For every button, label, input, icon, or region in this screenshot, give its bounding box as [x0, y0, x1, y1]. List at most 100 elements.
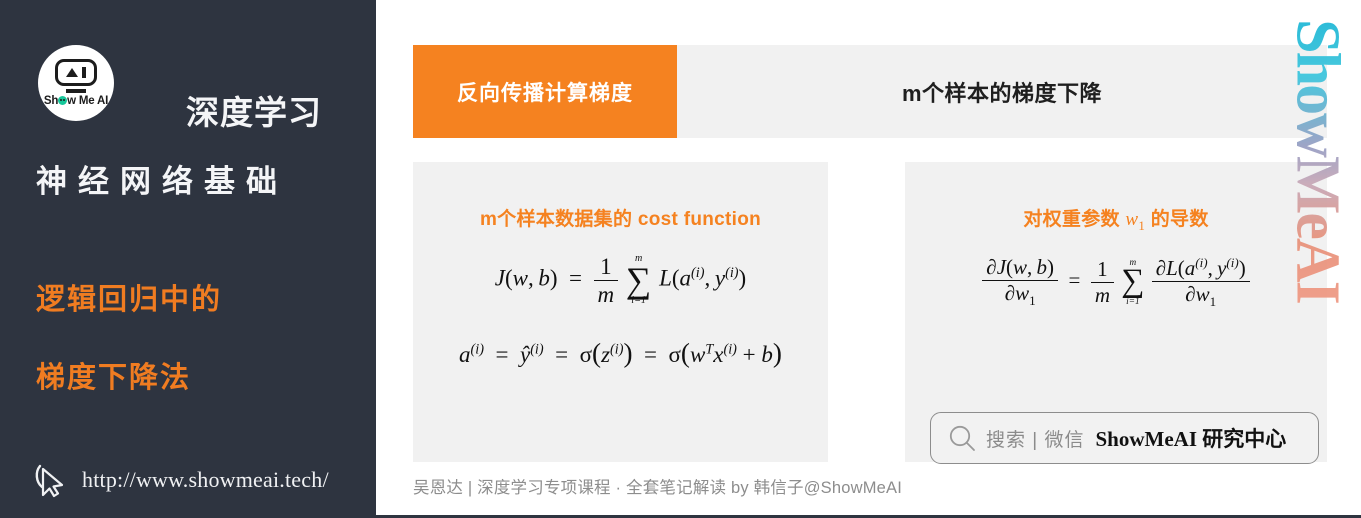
fraction-dL-numerator: ∂L(a(i), y(i)) [1151, 255, 1250, 282]
math-w-5: w [1195, 282, 1210, 306]
logo-smiley-o-icon [58, 96, 68, 105]
math-b-2: b [761, 342, 773, 367]
math-plus-1: + [742, 342, 756, 367]
fraction-one-over-m-1: 1 m [593, 255, 619, 307]
math-rparen-3: ) [623, 338, 633, 368]
math-comma-1: , [528, 265, 534, 291]
search-pill-label: 搜索 | 微信 [986, 429, 1085, 451]
math-rparen-1: ) [549, 265, 558, 291]
math-lparen-1: ( [505, 265, 513, 291]
panel-right-heading-var: w1 [1125, 209, 1145, 233]
math-sup-i-5: (i) [610, 341, 624, 358]
site-url-text[interactable]: http://www.showmeai.tech/ [82, 467, 329, 493]
math-rparen-6: ) [1238, 256, 1246, 280]
fraction-dL-dw1: ∂L(a(i), y(i)) ∂w1 [1151, 255, 1250, 310]
math-lparen-4: ( [680, 338, 690, 368]
sidebar: Sh w Me AI 深度学习 神经网络基础 逻辑回归中的 梯度下降法 http:… [0, 0, 376, 518]
search-magnifier-icon [947, 423, 977, 453]
math-a-2: a [459, 342, 471, 367]
robot-face-icon [55, 59, 97, 86]
math-lparen-5: ( [1006, 255, 1014, 279]
logo-wordmark-before: Sh [43, 95, 59, 107]
panel-cost-function: m个样本数据集的 cost function J(w, b) = 1 m m ∑… [413, 162, 828, 462]
sigma-glyph-1: ∑ [625, 260, 652, 301]
math-lparen-6: ( [1177, 256, 1185, 280]
header-title: m个样本的梯度下降 [677, 45, 1327, 138]
brand-logo: Sh w Me AI [38, 45, 114, 121]
math-sup-i-2: (i) [725, 264, 739, 281]
math-w-3: w [1013, 255, 1028, 279]
math-equals-3: = [555, 342, 569, 367]
math-comma-2: , [704, 265, 711, 291]
math-comma-3: , [1027, 255, 1033, 279]
math-lparen-2: ( [671, 265, 680, 291]
math-rparen-2: ) [738, 265, 747, 291]
math-partial-2: ∂ [1004, 281, 1016, 305]
math-J-2: J [996, 255, 1007, 279]
fraction-denominator-1: m [597, 281, 615, 307]
math-b-1: b [538, 265, 550, 291]
equation-cost-function: J(w, b) = 1 m m ∑ i=1 L(a(i), y(i)) [413, 253, 828, 307]
panel-left-heading-en: cost function [637, 209, 762, 230]
mouse-pointer-icon [34, 462, 68, 498]
fraction-numerator-1: 1 [593, 255, 619, 281]
robot-face-glyphs [58, 62, 94, 83]
bar-glyph [82, 67, 86, 78]
math-sup-i-8: (i) [1226, 255, 1239, 270]
fraction-denominator-2: m [1094, 282, 1111, 307]
math-x-1: x [713, 342, 724, 367]
header-tag-label: 反向传播计算梯度 [457, 81, 633, 105]
math-L-1: L [659, 265, 672, 291]
fraction-numerator-2: 1 [1090, 258, 1115, 283]
lesson-subtitle-line1: 逻辑回归中的 [36, 284, 223, 316]
math-w-4: w [1015, 281, 1030, 305]
footer-note: 吴恩达 | 深度学习专项课程 · 全套笔记解读 by 韩信子@ShowMeAI [413, 479, 903, 497]
fraction-dw1-denominator-2: ∂w1 [1152, 282, 1250, 310]
math-L-2: L [1166, 256, 1178, 280]
math-sup-i-4: (i) [530, 341, 544, 358]
math-sigma-fn-2: σ [668, 342, 681, 367]
math-rparen-4: ) [772, 338, 782, 368]
caret-glyph [66, 68, 79, 77]
math-w-1: w [512, 265, 529, 291]
course-title-line1: 深度学习 [186, 94, 322, 131]
equation-partial-derivative: ∂J(w, b) ∂w1 = 1 m m ∑ i=1 ∂L(a(i), y(i)… [905, 256, 1327, 308]
math-y-1: y [714, 265, 726, 291]
math-w-2: w [689, 342, 706, 367]
site-url-row[interactable]: http://www.showmeai.tech/ [34, 462, 329, 498]
logo-circle: Sh w Me AI [38, 45, 114, 121]
equation-activation: a(i) = ŷ(i) = σ(z(i)) = σ(wTx(i) + b) [413, 338, 828, 368]
math-equals-4: = [644, 342, 658, 367]
main-content: 反向传播计算梯度 m个样本的梯度下降 m个样本数据集的 cost functio… [376, 0, 1361, 518]
logo-wordmark: Sh w Me AI [38, 95, 114, 107]
lesson-subtitle-line2: 梯度下降法 [36, 362, 192, 394]
math-equals-1: = [569, 265, 583, 291]
panel-right-heading-var-letter: w [1125, 209, 1139, 230]
math-partial-3: ∂ [1155, 256, 1167, 280]
panel-right-heading: 对权重参数 w1 的导数 [905, 204, 1327, 234]
math-sup-i-1: (i) [691, 264, 705, 281]
panel-right-heading-suffix: 的导数 [1145, 209, 1209, 230]
math-sigma-fn-1: σ [579, 342, 593, 367]
panel-right-heading-prefix: 对权重参数 [1023, 209, 1126, 230]
panel-left-heading-cn: m个样本数据集的 [479, 209, 638, 230]
search-pill-brand: ShowMeAI 研究中心 [1095, 427, 1287, 451]
logo-wordmark-after: w Me AI [67, 95, 109, 107]
panel-left-heading: m个样本数据集的 cost function [413, 204, 828, 231]
math-sup-i-3: (i) [470, 341, 484, 358]
math-y-2: y [1217, 256, 1227, 280]
math-lparen-3: ( [592, 338, 602, 368]
math-equals-5: = [1068, 267, 1081, 292]
wechat-search-pill[interactable]: 搜索 | 微信 ShowMeAI 研究中心 [930, 412, 1319, 464]
math-sub-1-a: 1 [1029, 293, 1036, 309]
header-title-text: m个样本的梯度下降 [901, 80, 1103, 106]
course-title-line2: 神经网络基础 [36, 164, 288, 199]
math-z-1: z [601, 342, 611, 367]
math-a-1: a [679, 265, 692, 291]
math-sup-i-7: (i) [1195, 255, 1208, 270]
fraction-dJ-numerator: ∂J(w, b) [982, 257, 1058, 281]
summation-1: m ∑ i=1 [625, 253, 652, 306]
robot-stand-icon [66, 89, 86, 93]
math-sub-1-b: 1 [1209, 294, 1217, 310]
math-equals-2: = [495, 342, 509, 367]
